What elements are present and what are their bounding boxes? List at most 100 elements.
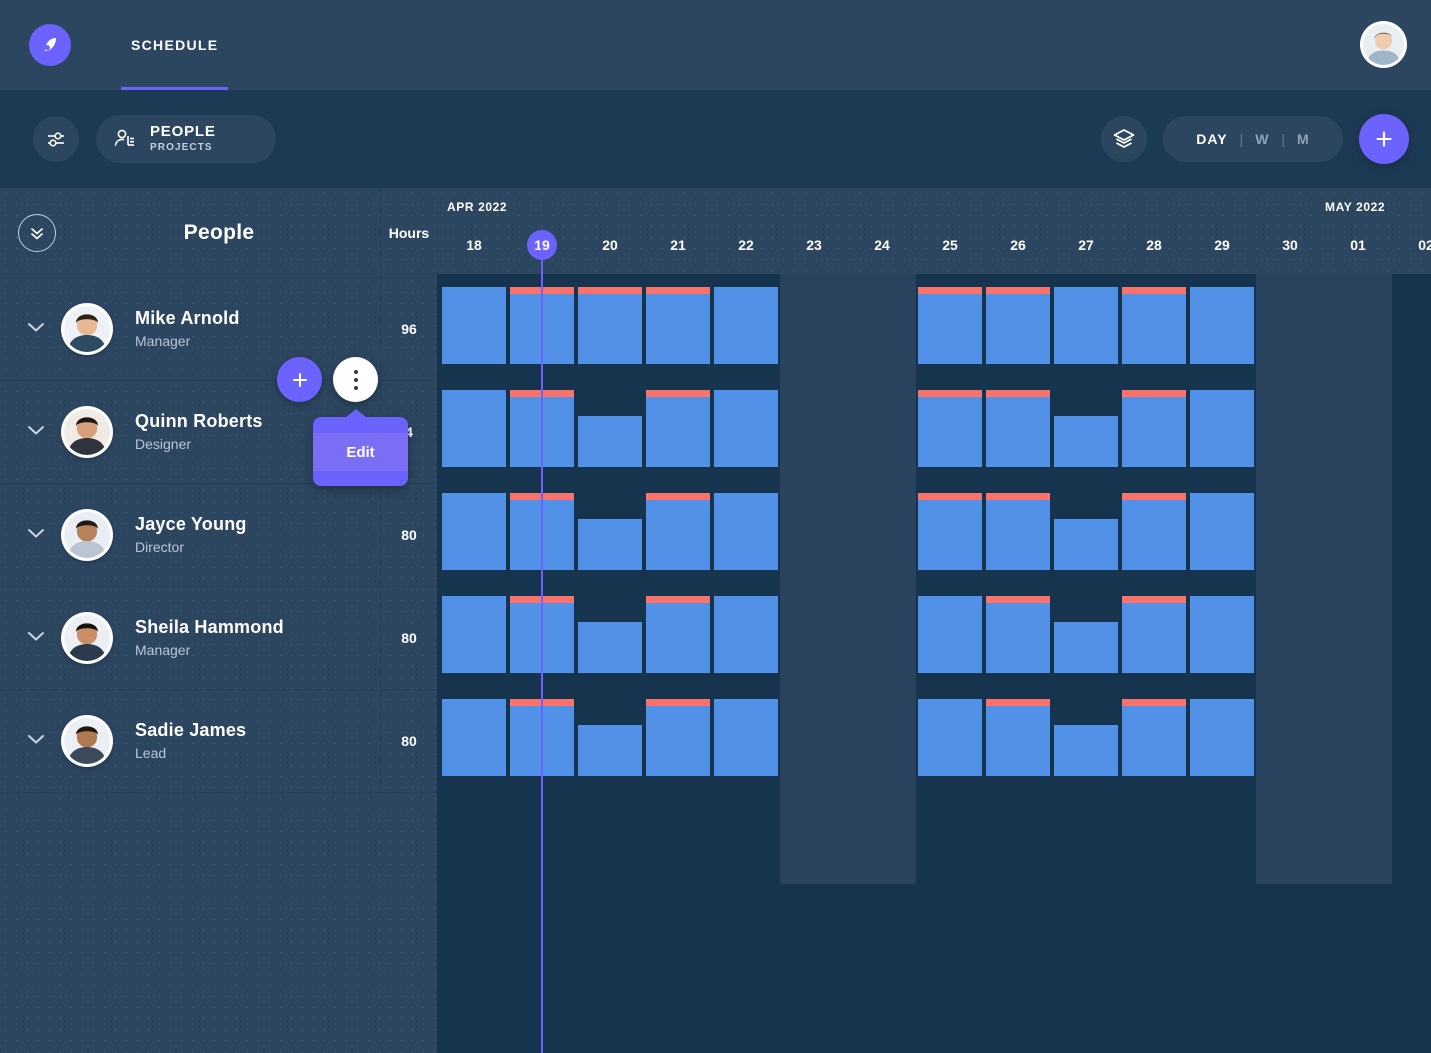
day-column-header[interactable]: 01 <box>1324 230 1392 260</box>
day-column-header[interactable]: 26 <box>984 230 1052 260</box>
schedule-bar[interactable] <box>442 699 506 776</box>
day-column-header[interactable]: 02 <box>1392 230 1431 260</box>
day-column-header[interactable]: 29 <box>1188 230 1256 260</box>
timeline-row[interactable] <box>437 686 1431 789</box>
day-column-header[interactable]: 23 <box>780 230 848 260</box>
day-column-header[interactable]: 24 <box>848 230 916 260</box>
schedule-bar[interactable] <box>510 287 574 364</box>
day-column-header[interactable]: 27 <box>1052 230 1120 260</box>
schedule-bar[interactable] <box>510 493 574 570</box>
schedule-bar[interactable] <box>986 699 1050 776</box>
schedule-bar[interactable] <box>918 493 982 570</box>
table-row[interactable]: Sheila Hammond Manager 80 <box>0 587 437 690</box>
timeline-grid[interactable] <box>437 274 1431 1053</box>
schedule-bar[interactable] <box>714 287 778 364</box>
schedule-bar[interactable] <box>714 596 778 673</box>
toggle-secondary-label[interactable]: PROJECTS <box>150 143 216 154</box>
avatar[interactable] <box>61 406 113 458</box>
table-row[interactable]: Sadie James Lead 80 <box>0 690 437 793</box>
schedule-bar[interactable] <box>578 519 642 570</box>
schedule-bar[interactable] <box>1190 390 1254 467</box>
day-column-header[interactable]: 30 <box>1256 230 1324 260</box>
day-column-header[interactable]: 18 <box>440 230 508 260</box>
schedule-bar[interactable] <box>1190 493 1254 570</box>
schedule-bar[interactable] <box>578 725 642 776</box>
day-column-header[interactable]: 20 <box>576 230 644 260</box>
schedule-bar[interactable] <box>1054 287 1118 364</box>
schedule-bar[interactable] <box>442 390 506 467</box>
schedule-bar[interactable] <box>442 596 506 673</box>
schedule-bar[interactable] <box>918 699 982 776</box>
schedule-bar[interactable] <box>1054 416 1118 467</box>
schedule-bar[interactable] <box>578 622 642 673</box>
schedule-bar[interactable] <box>1190 596 1254 673</box>
avatar[interactable] <box>61 303 113 355</box>
schedule-bar[interactable] <box>1122 493 1186 570</box>
range-option-week[interactable]: W <box>1243 131 1281 147</box>
schedule-bar[interactable] <box>442 493 506 570</box>
context-menu-item-edit[interactable]: Edit <box>313 433 408 471</box>
schedule-bar[interactable] <box>986 287 1050 364</box>
schedule-bar[interactable] <box>646 390 710 467</box>
schedule-bar[interactable] <box>714 493 778 570</box>
layers-button[interactable] <box>1101 116 1147 162</box>
timeline-row[interactable] <box>437 480 1431 583</box>
row-expand-toggle[interactable] <box>27 526 45 544</box>
schedule-bar[interactable] <box>646 287 710 364</box>
add-button[interactable] <box>1359 114 1409 164</box>
schedule-bar[interactable] <box>510 596 574 673</box>
schedule-bar[interactable] <box>578 287 642 364</box>
avatar[interactable] <box>61 715 113 767</box>
schedule-bar[interactable] <box>442 287 506 364</box>
schedule-bar[interactable] <box>918 287 982 364</box>
timeline-row[interactable] <box>437 377 1431 480</box>
avatar[interactable] <box>1360 21 1407 68</box>
day-column-header[interactable]: 28 <box>1120 230 1188 260</box>
timeline-row[interactable] <box>437 583 1431 686</box>
schedule-bar[interactable] <box>1122 596 1186 673</box>
row-add-button[interactable] <box>277 357 322 402</box>
row-expand-toggle[interactable] <box>27 423 45 441</box>
row-expand-toggle[interactable] <box>27 320 45 338</box>
row-expand-toggle[interactable] <box>27 629 45 647</box>
schedule-bar[interactable] <box>646 699 710 776</box>
schedule-bar[interactable] <box>510 390 574 467</box>
table-row[interactable]: Jayce Young Director 80 <box>0 484 437 587</box>
schedule-bar[interactable] <box>1054 519 1118 570</box>
schedule-bar[interactable] <box>1190 287 1254 364</box>
schedule-bar[interactable] <box>578 416 642 467</box>
day-column-header[interactable]: 22 <box>712 230 780 260</box>
app-logo-icon[interactable] <box>29 24 71 66</box>
schedule-bar[interactable] <box>1122 390 1186 467</box>
schedule-bar[interactable] <box>714 390 778 467</box>
tab-schedule[interactable]: SCHEDULE <box>121 0 229 90</box>
people-projects-toggle[interactable]: PEOPLE PROJECTS <box>96 115 276 163</box>
collapse-all-button[interactable] <box>18 213 56 252</box>
day-column-header[interactable]: 19 <box>508 230 576 260</box>
filter-button[interactable] <box>33 116 79 162</box>
schedule-bar[interactable] <box>646 596 710 673</box>
schedule-bar[interactable] <box>1054 725 1118 776</box>
row-more-button[interactable] <box>333 357 378 402</box>
schedule-bar[interactable] <box>986 390 1050 467</box>
schedule-bar[interactable] <box>1190 699 1254 776</box>
day-column-header[interactable]: 21 <box>644 230 712 260</box>
range-option-day[interactable]: DAY <box>1184 131 1239 147</box>
row-expand-toggle[interactable] <box>27 732 45 750</box>
timeline-row[interactable] <box>437 274 1431 377</box>
schedule-bar[interactable] <box>1122 287 1186 364</box>
schedule-bar[interactable] <box>1054 622 1118 673</box>
schedule-bar[interactable] <box>510 699 574 776</box>
schedule-bar[interactable] <box>986 596 1050 673</box>
day-column-header[interactable]: 25 <box>916 230 984 260</box>
avatar[interactable] <box>61 509 113 561</box>
schedule-bar[interactable] <box>918 390 982 467</box>
schedule-bar[interactable] <box>918 596 982 673</box>
schedule-bar[interactable] <box>986 493 1050 570</box>
day-number: 21 <box>670 237 686 253</box>
schedule-bar[interactable] <box>646 493 710 570</box>
avatar[interactable] <box>61 612 113 664</box>
schedule-bar[interactable] <box>714 699 778 776</box>
schedule-bar[interactable] <box>1122 699 1186 776</box>
range-option-month[interactable]: M <box>1285 131 1322 147</box>
